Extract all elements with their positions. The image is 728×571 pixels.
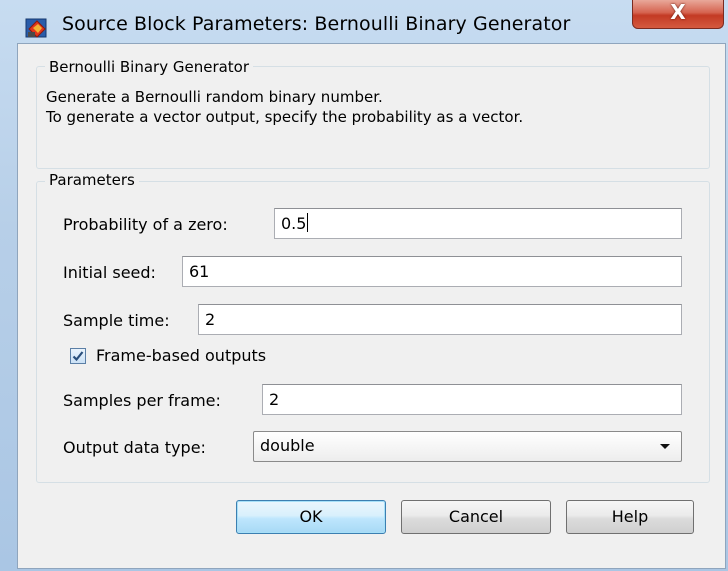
close-button[interactable]: X	[632, 0, 724, 29]
probability-value: 0.5	[281, 214, 307, 233]
sample-time-input[interactable]: 2	[198, 304, 682, 335]
ok-button[interactable]: OK	[236, 500, 386, 534]
help-button[interactable]: Help	[566, 500, 694, 534]
dialog-window: Source Block Parameters: Bernoulli Binar…	[0, 0, 728, 571]
output-data-type-select[interactable]: double	[253, 431, 682, 462]
initial-seed-label: Initial seed:	[63, 263, 156, 282]
cancel-button[interactable]: Cancel	[401, 500, 551, 534]
sample-time-value: 2	[205, 310, 216, 329]
probability-input[interactable]: 0.5	[274, 208, 682, 239]
frame-based-label[interactable]: Frame-based outputs	[96, 346, 266, 365]
chevron-down-icon	[660, 444, 670, 449]
samples-per-frame-value: 2	[269, 390, 280, 409]
probability-label: Probability of a zero:	[63, 215, 228, 234]
parameters-group-legend: Parameters	[45, 171, 139, 189]
output-data-type-label: Output data type:	[63, 438, 206, 457]
description-line-1: Generate a Bernoulli random binary numbe…	[46, 88, 383, 106]
samples-per-frame-input[interactable]: 2	[262, 384, 682, 415]
checkmark-icon	[72, 351, 84, 362]
close-icon: X	[670, 0, 686, 24]
simulink-block-icon[interactable]	[25, 17, 49, 39]
initial-seed-value: 61	[189, 262, 210, 281]
window-title: Source Block Parameters: Bernoulli Binar…	[62, 13, 571, 35]
frame-based-checkbox[interactable]	[70, 348, 86, 364]
initial-seed-input[interactable]: 61	[182, 256, 682, 287]
samples-per-frame-label: Samples per frame:	[63, 391, 221, 410]
output-data-type-value: double	[260, 436, 315, 455]
description-group-legend: Bernoulli Binary Generator	[45, 58, 254, 76]
title-bar[interactable]: Source Block Parameters: Bernoulli Binar…	[0, 0, 728, 42]
description-line-2: To generate a vector output, specify the…	[46, 108, 524, 126]
sample-time-label: Sample time:	[63, 311, 170, 330]
dialog-body: Bernoulli Binary Generator Generate a Be…	[17, 43, 726, 569]
text-caret	[307, 213, 309, 232]
